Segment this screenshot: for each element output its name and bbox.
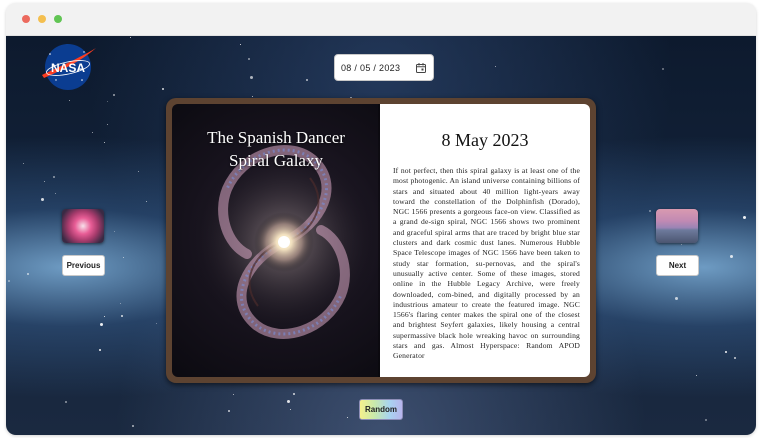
apod-image-page: The Spanish Dancer Spiral Galaxy bbox=[172, 104, 380, 377]
star bbox=[250, 76, 253, 79]
star bbox=[156, 323, 157, 324]
star bbox=[53, 176, 55, 178]
apod-book: The Spanish Dancer Spiral Galaxy 8 May 2… bbox=[166, 98, 596, 383]
calendar-icon[interactable] bbox=[415, 62, 427, 74]
star bbox=[100, 323, 103, 326]
random-button[interactable]: Random bbox=[359, 399, 403, 420]
star bbox=[23, 163, 24, 164]
star bbox=[104, 316, 105, 317]
star bbox=[41, 198, 44, 201]
star bbox=[104, 142, 105, 143]
star bbox=[121, 315, 123, 317]
browser-window: NASA 08 / 05 / 2023 The Spanish Dancer S… bbox=[6, 3, 756, 435]
star bbox=[107, 124, 108, 125]
star bbox=[290, 409, 291, 410]
star bbox=[8, 280, 10, 282]
star bbox=[287, 400, 290, 403]
nasa-logo-text: NASA bbox=[51, 61, 85, 75]
close-window-button[interactable] bbox=[22, 15, 30, 23]
star bbox=[725, 351, 727, 353]
star bbox=[306, 79, 308, 81]
star bbox=[138, 171, 139, 172]
star bbox=[130, 37, 131, 38]
maximize-window-button[interactable] bbox=[54, 15, 62, 23]
next-thumbnail[interactable] bbox=[656, 209, 698, 243]
star bbox=[132, 425, 134, 427]
apod-title-line2: Spiral Galaxy bbox=[229, 151, 323, 170]
star bbox=[248, 58, 250, 60]
star bbox=[705, 419, 707, 421]
star bbox=[55, 193, 56, 194]
star bbox=[649, 210, 651, 212]
star bbox=[495, 66, 496, 67]
star bbox=[233, 394, 234, 395]
star bbox=[69, 100, 70, 101]
space-background: NASA 08 / 05 / 2023 The Spanish Dancer S… bbox=[6, 36, 756, 435]
date-input-value: 08 / 05 / 2023 bbox=[341, 62, 401, 73]
next-button[interactable]: Next bbox=[656, 255, 699, 276]
previous-thumbnail[interactable] bbox=[62, 209, 104, 243]
star bbox=[65, 401, 67, 403]
star bbox=[675, 297, 678, 300]
star bbox=[662, 68, 664, 70]
star bbox=[730, 255, 733, 258]
star bbox=[162, 88, 164, 90]
star bbox=[347, 417, 348, 418]
nasa-logo: NASA bbox=[42, 44, 96, 90]
star bbox=[27, 273, 29, 275]
title-bar bbox=[6, 3, 756, 36]
star bbox=[146, 201, 147, 202]
apod-title: The Spanish Dancer Spiral Galaxy bbox=[172, 126, 380, 172]
star bbox=[99, 349, 101, 351]
apod-text-page: 8 May 2023 If not perfect, then this spi… bbox=[380, 104, 590, 377]
star bbox=[681, 244, 682, 245]
star bbox=[120, 303, 121, 304]
apod-explanation: If not perfect, then this spiral galaxy … bbox=[393, 166, 580, 361]
star bbox=[113, 94, 115, 96]
star bbox=[696, 375, 697, 376]
previous-button[interactable]: Previous bbox=[62, 255, 105, 276]
apod-date-heading: 8 May 2023 bbox=[441, 130, 529, 150]
date-input[interactable]: 08 / 05 / 2023 bbox=[334, 54, 434, 81]
star bbox=[240, 44, 241, 45]
star bbox=[123, 257, 124, 258]
apod-title-line1: The Spanish Dancer bbox=[207, 128, 345, 147]
star bbox=[92, 132, 93, 133]
star bbox=[114, 231, 115, 232]
star bbox=[293, 393, 295, 395]
star bbox=[734, 357, 736, 359]
star bbox=[44, 181, 45, 182]
star bbox=[252, 96, 253, 97]
star bbox=[743, 216, 746, 219]
star bbox=[228, 410, 230, 412]
minimize-window-button[interactable] bbox=[38, 15, 46, 23]
star bbox=[107, 101, 108, 102]
